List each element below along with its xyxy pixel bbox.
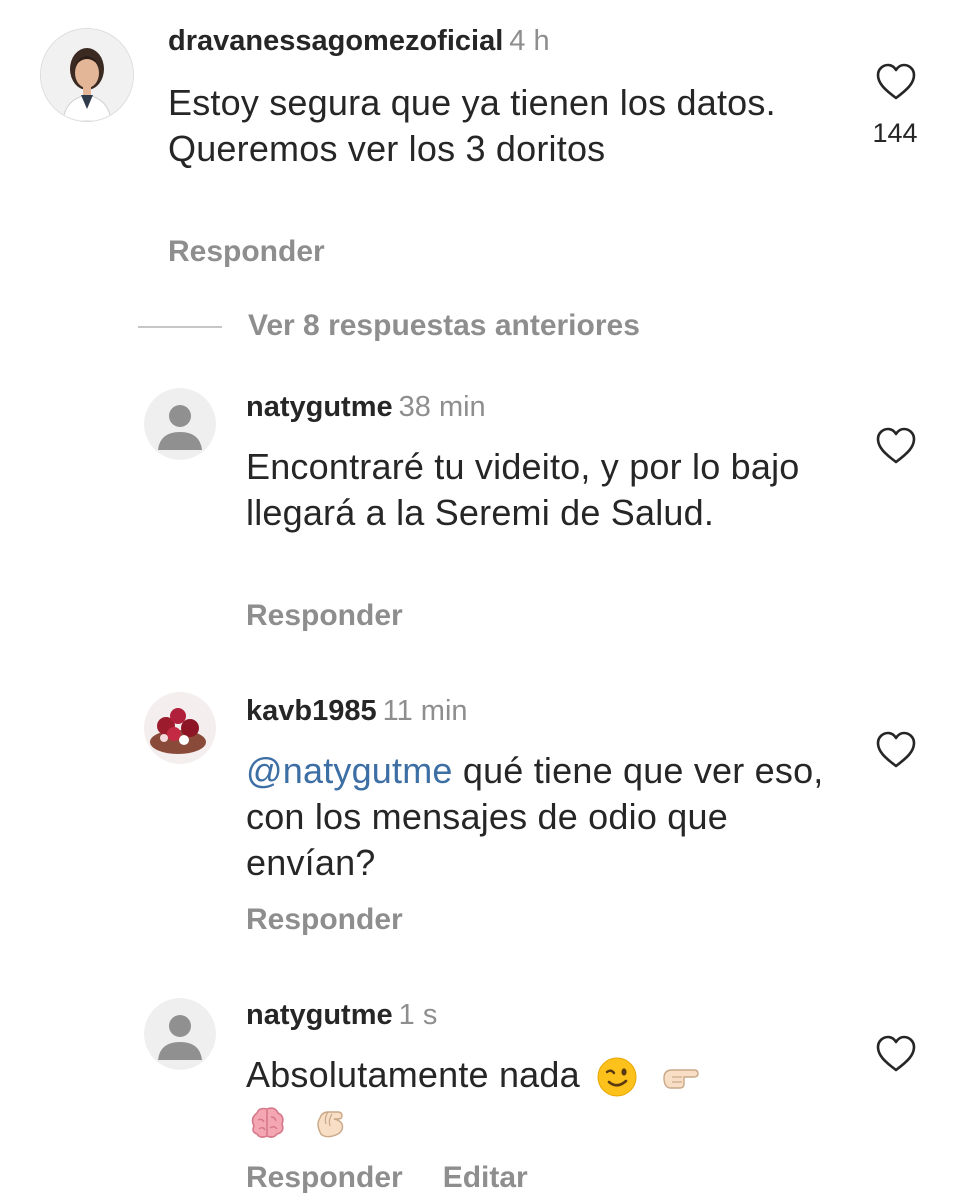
pointing-right-icon — [660, 1056, 702, 1098]
comment-text: @natygutme qué tiene que ver eso, con lo… — [246, 748, 836, 886]
avatar[interactable] — [144, 998, 216, 1070]
like-button[interactable] — [874, 1034, 918, 1074]
timestamp: 38 min — [398, 391, 486, 423]
comment-text: Encontraré tu videito, y por lo bajo lle… — [246, 446, 800, 533]
timestamp: 1 s — [398, 999, 438, 1031]
comment-actions: Responder — [246, 598, 403, 634]
comment-text: Estoy segura que ya tienen los datos. Qu… — [168, 82, 776, 169]
comment-text: Absolutamente nada — [246, 1052, 836, 1098]
reply-button[interactable]: Responder — [168, 235, 325, 268]
like-count: 144 — [872, 118, 918, 148]
view-replies-label: Ver 8 respuestas anteriores — [248, 309, 640, 342]
comment-actions: Responder — [168, 234, 325, 270]
pinching-hand-icon — [310, 1102, 352, 1144]
username[interactable]: natygutme — [246, 391, 393, 423]
reply-button[interactable]: Responder — [246, 1161, 403, 1194]
comment-actions: Responder Editar — [246, 1160, 528, 1196]
edit-button[interactable]: Editar — [443, 1161, 528, 1194]
like-button[interactable] — [874, 62, 918, 102]
winking-face-icon — [596, 1056, 638, 1098]
comment-meta: dravanessagomezoficial 4 h — [168, 24, 550, 58]
comment-text-body: Absolutamente nada — [246, 1054, 580, 1095]
heart-icon — [874, 62, 918, 102]
avatar[interactable] — [40, 28, 134, 122]
like-button[interactable] — [874, 730, 918, 770]
mention-link[interactable]: @natygutme — [246, 750, 453, 791]
comment-actions: Responder — [246, 902, 403, 938]
brain-icon — [246, 1102, 288, 1144]
username[interactable]: natygutme — [246, 999, 393, 1031]
timestamp: 11 min — [382, 695, 468, 727]
comment-text-line-2 — [246, 1098, 836, 1144]
reply-button[interactable]: Responder — [246, 599, 403, 632]
avatar[interactable] — [144, 388, 216, 460]
timestamp: 4 h — [509, 25, 550, 57]
username[interactable]: dravanessagomezoficial — [168, 25, 503, 57]
comment-meta: kavb1985 11 min — [246, 694, 468, 728]
view-previous-replies[interactable]: Ver 8 respuestas anteriores — [138, 306, 838, 346]
username[interactable]: kavb1985 — [246, 695, 377, 727]
comment-meta: natygutme 1 s — [246, 998, 437, 1032]
like-button[interactable] — [874, 426, 918, 466]
avatar[interactable] — [144, 692, 216, 764]
reply-button[interactable]: Responder — [246, 903, 403, 936]
divider-line — [138, 326, 222, 328]
heart-icon — [874, 730, 918, 770]
heart-icon — [874, 426, 918, 466]
comment-meta: natygutme 38 min — [246, 390, 486, 424]
heart-icon — [874, 1034, 918, 1074]
